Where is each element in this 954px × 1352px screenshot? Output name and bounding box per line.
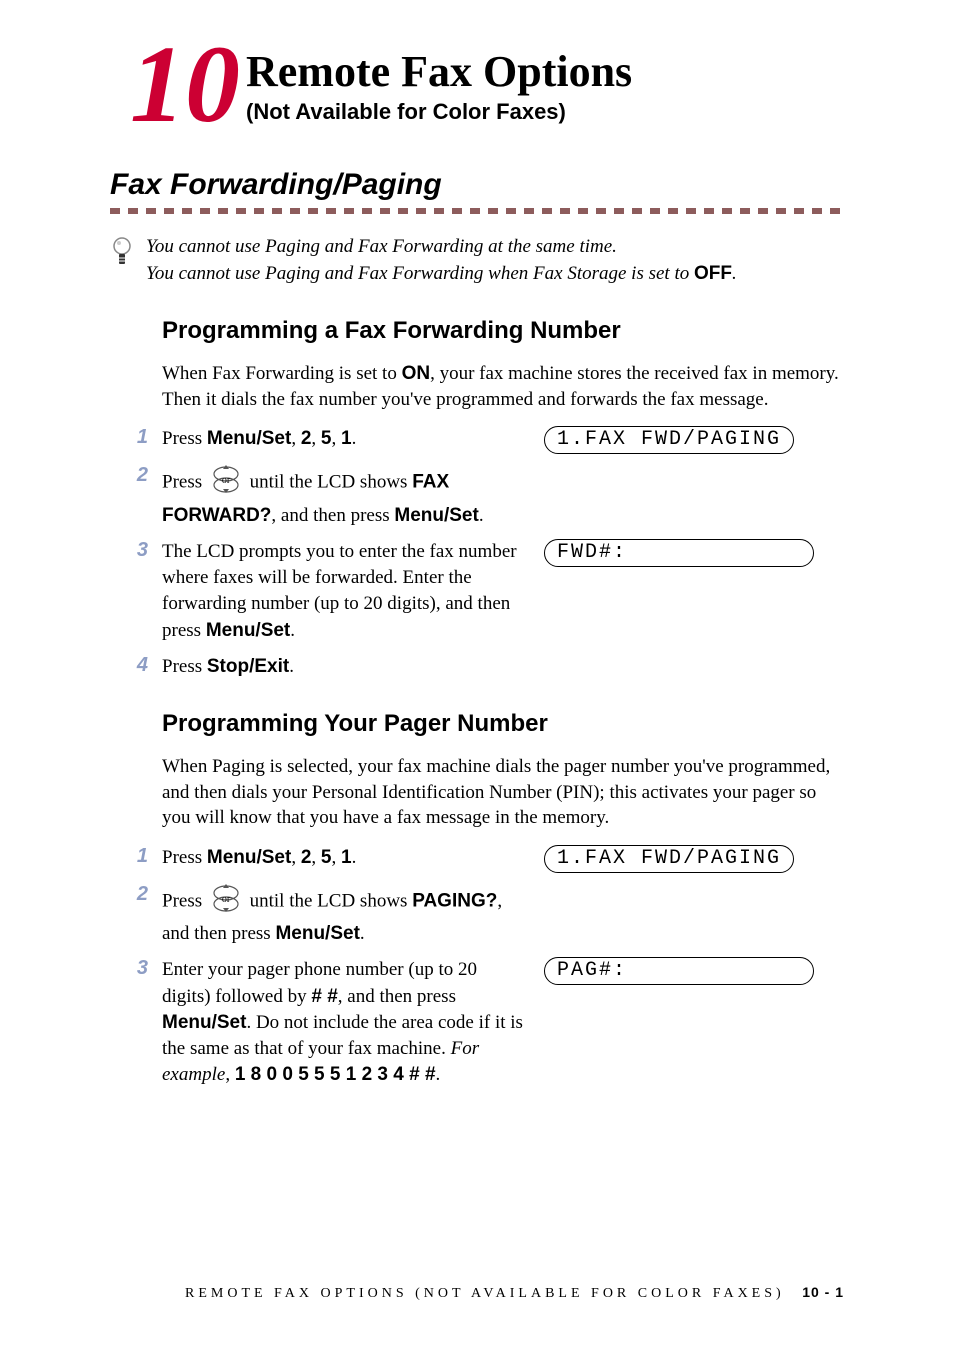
t: until the LCD shows — [245, 890, 412, 911]
t: until the LCD shows — [245, 472, 412, 493]
t: 5 — [321, 847, 332, 868]
chapter-number: 10 — [130, 40, 240, 128]
step-number: 4 — [110, 654, 162, 677]
t: 5 — [321, 428, 332, 449]
step-number: 3 — [110, 539, 162, 562]
t: , — [311, 428, 321, 449]
intro1-on: ON — [402, 363, 431, 384]
note-line1: You cannot use Paging and Fax Forwarding… — [146, 236, 617, 257]
note-line2-a: You cannot use Paging and Fax Forwarding… — [146, 263, 694, 284]
lcd-col: FWD#: — [544, 539, 844, 567]
t: 2 — [301, 428, 312, 449]
sub1-step2: 2 Press or until the LCD shows FAX FORWA… — [110, 464, 844, 528]
intro-pager: When Paging is selected, your fax machin… — [162, 754, 844, 831]
nav-updown-icon: or — [211, 883, 241, 921]
sub1-step1: 1 Press Menu/Set, 2, 5, 1. 1.FAX FWD/PAG… — [110, 426, 844, 454]
t: Menu/Set — [162, 1012, 246, 1033]
t: Stop/Exit — [207, 656, 289, 677]
t: , and then press — [271, 505, 394, 526]
t: . — [289, 656, 294, 677]
t: , — [331, 847, 341, 868]
note-off: OFF — [694, 263, 732, 284]
sub1-step4: 4 Press Stop/Exit. — [110, 654, 844, 680]
t: PAGING? — [412, 890, 497, 911]
sub2-step3: 3 Enter your pager phone number (up to 2… — [110, 957, 844, 1088]
t: Menu/Set — [394, 505, 478, 526]
step-text: Enter your pager phone number (up to 20 … — [162, 957, 544, 1088]
lightbulb-icon — [110, 236, 136, 277]
step-text: Press or until the LCD shows FAX FORWARD… — [162, 464, 544, 528]
t: Menu/Set — [207, 847, 291, 868]
step-text: Press Stop/Exit. — [162, 654, 544, 680]
sub2-step1: 1 Press Menu/Set, 2, 5, 1. 1.FAX FWD/PAG… — [110, 845, 844, 873]
lcd-display: 1.FAX FWD/PAGING — [544, 426, 794, 454]
lcd-display: 1.FAX FWD/PAGING — [544, 845, 794, 873]
t: Press — [162, 847, 207, 868]
t: Menu/Set — [207, 428, 291, 449]
t: 2 — [301, 847, 312, 868]
lcd-col: 1.FAX FWD/PAGING — [544, 845, 844, 873]
note-text: You cannot use Paging and Fax Forwarding… — [146, 234, 737, 287]
intro1-a: When Fax Forwarding is set to — [162, 363, 402, 384]
t: Press — [162, 428, 207, 449]
step-text: Press or until the LCD shows PAGING?, an… — [162, 883, 544, 947]
subheading-pager: Programming Your Pager Number — [162, 710, 844, 738]
sub2-step2: 2 Press or until the LCD shows PAGING?, … — [110, 883, 844, 947]
svg-text:or: or — [222, 894, 231, 905]
t: , and then press — [338, 986, 456, 1007]
svg-text:or: or — [222, 475, 231, 486]
t: Menu/Set — [275, 923, 359, 944]
chapter-title: Remote Fax Options — [246, 46, 632, 97]
section-title: Fax Forwarding/Paging — [110, 168, 844, 202]
t: , — [291, 847, 301, 868]
step-number: 1 — [110, 426, 162, 449]
subheading-fax-forward: Programming a Fax Forwarding Number — [162, 317, 844, 345]
chapter-subtitle: (Not Available for Color Faxes) — [246, 99, 632, 125]
t: , — [291, 428, 301, 449]
t: . — [360, 923, 365, 944]
footer-text: REMOTE FAX OPTIONS (NOT AVAILABLE FOR CO… — [185, 1286, 785, 1301]
t: . — [290, 620, 295, 641]
t: 1 8 0 0 5 5 5 1 2 3 4 # # — [235, 1064, 436, 1085]
t: Press — [162, 890, 207, 911]
page-footer: REMOTE FAX OPTIONS (NOT AVAILABLE FOR CO… — [110, 1284, 844, 1302]
t: 1 — [341, 428, 352, 449]
step-number: 2 — [110, 464, 162, 487]
dashed-rule — [110, 208, 844, 214]
t: Press — [162, 656, 207, 677]
lcd-col: PAG#: — [544, 957, 844, 985]
t: . — [479, 505, 484, 526]
lcd-display: PAG#: — [544, 957, 814, 985]
t: , — [225, 1064, 235, 1085]
t: # # — [311, 986, 337, 1007]
step-number: 3 — [110, 957, 162, 980]
t: . — [352, 847, 357, 868]
nav-updown-icon: or — [211, 464, 241, 502]
step-number: 1 — [110, 845, 162, 868]
t: 1 — [341, 847, 352, 868]
step-text: The LCD prompts you to enter the fax num… — [162, 539, 544, 644]
lcd-display: FWD#: — [544, 539, 814, 567]
t: . — [436, 1064, 441, 1085]
t: Menu/Set — [206, 620, 290, 641]
lcd-col: 1.FAX FWD/PAGING — [544, 426, 844, 454]
t: , — [331, 428, 341, 449]
t: . — [352, 428, 357, 449]
step-text: Press Menu/Set, 2, 5, 1. — [162, 845, 544, 871]
t: Press — [162, 472, 207, 493]
step-text: Press Menu/Set, 2, 5, 1. — [162, 426, 544, 452]
chapter-titles: Remote Fax Options (Not Available for Co… — [246, 46, 632, 125]
page-number: 10 - 1 — [802, 1284, 844, 1300]
intro-fax-forward: When Fax Forwarding is set to ON, your f… — [162, 361, 844, 412]
sub1-step3: 3 The LCD prompts you to enter the fax n… — [110, 539, 844, 644]
chapter-header: 10 Remote Fax Options (Not Available for… — [130, 40, 844, 128]
note-line2-c: . — [732, 263, 737, 284]
note-block: You cannot use Paging and Fax Forwarding… — [110, 234, 844, 287]
step-number: 2 — [110, 883, 162, 906]
t: , — [311, 847, 321, 868]
